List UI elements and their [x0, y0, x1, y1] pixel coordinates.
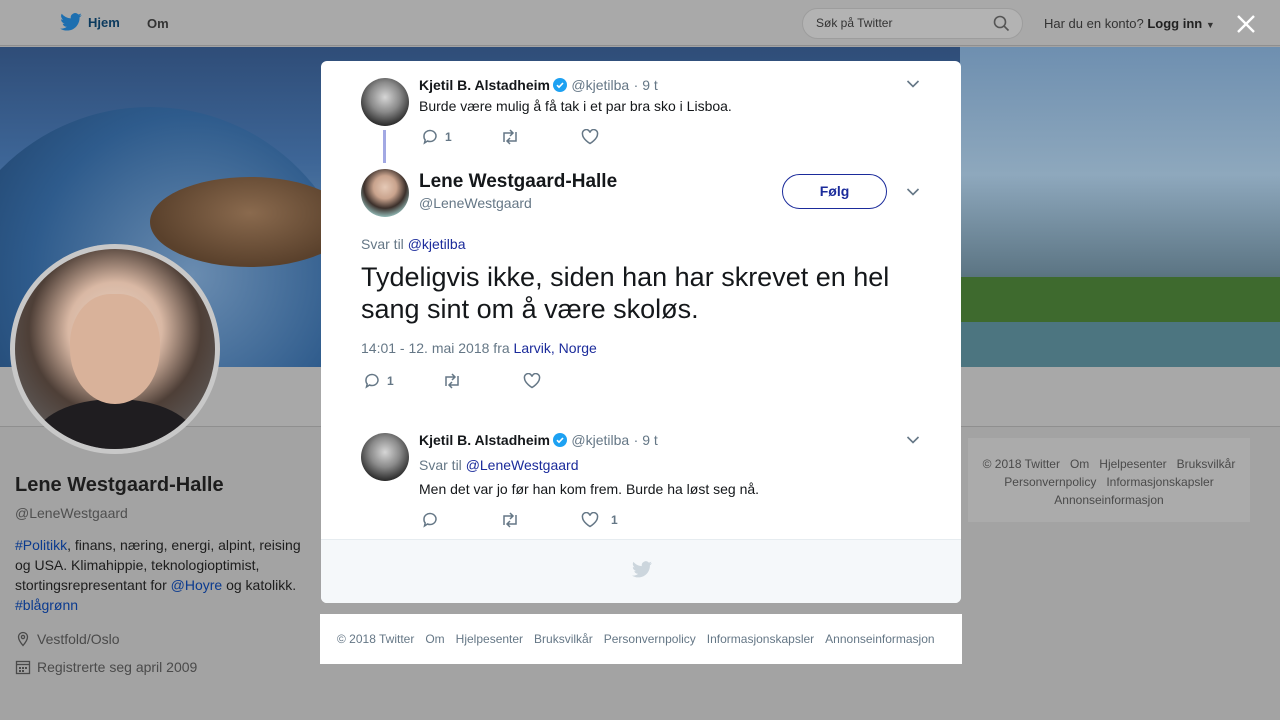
login-link[interactable]: Logg inn: [1147, 16, 1202, 31]
retweet-icon[interactable]: [500, 129, 520, 145]
main-tweet-text: Tydeligvis ikke, siden han har skrevet e…: [361, 262, 890, 324]
verified-badge-icon: [552, 433, 567, 447]
profile-name[interactable]: Lene Westgaard-Halle: [15, 474, 305, 497]
side-footer-terms[interactable]: Bruksvilkår: [1177, 457, 1236, 471]
twitter-bird-icon: [60, 13, 82, 31]
reply-like-button[interactable]: 1: [581, 512, 618, 528]
avatar-face: [70, 294, 160, 404]
account-prompt: Har du en konto?: [1044, 16, 1144, 31]
reply-to-mention[interactable]: @kjetilba: [408, 236, 466, 252]
profile-bio: #Politikk, finans, næring, energi, alpin…: [15, 535, 305, 615]
side-footer-ads-info[interactable]: Annonseinformasjon: [1054, 493, 1163, 507]
parent-reply-count: 1: [445, 130, 452, 144]
parent-tweet-handle[interactable]: @kjetilba: [571, 77, 629, 93]
search-icon[interactable]: [993, 15, 1010, 32]
modal-footer-ads-info[interactable]: Annonseinformasjon: [825, 632, 934, 646]
follow-button[interactable]: Følg: [782, 174, 887, 209]
reply-tweet-author[interactable]: Kjetil B. Alstadheim: [419, 432, 550, 448]
bio-hashtag-blagronn[interactable]: #blågrønn: [15, 597, 78, 613]
modal-footer-terms[interactable]: Bruksvilkår: [534, 632, 593, 646]
profile-location: Vestfold/Oslo: [15, 631, 305, 647]
retweet-icon[interactable]: [442, 373, 462, 389]
reply-to-mention[interactable]: @LeneWestgaard: [466, 457, 579, 473]
profile-info: Lene Westgaard-Halle @LeneWestgaard #Pol…: [15, 474, 305, 675]
parent-tweet-author[interactable]: Kjetil B. Alstadheim: [419, 77, 550, 93]
caret-down-icon: ▼: [1205, 20, 1215, 30]
main-reply-button[interactable]: 1: [363, 372, 394, 390]
nav-home-link[interactable]: Hjem: [60, 13, 120, 31]
modal-footer-privacy[interactable]: Personvernpolicy: [604, 632, 696, 646]
main-reply-to: Svar til @kjetilba: [361, 236, 465, 252]
modal-footer: © 2018 Twitter Om Hjelpesenter Bruksvilkår P…: [320, 614, 962, 664]
close-icon[interactable]: [1234, 12, 1258, 36]
reply-icon[interactable]: [421, 511, 439, 529]
reply-icon: [365, 373, 379, 389]
chevron-down-icon[interactable]: [906, 79, 920, 89]
reply-like-count: 1: [611, 513, 618, 527]
location-pin-icon: [17, 631, 29, 647]
reply-to-prefix: Svar til: [361, 236, 404, 252]
main-tweet-handle[interactable]: @LeneWestgaard: [419, 195, 532, 211]
modal-footer-copyright: © 2018 Twitter: [337, 632, 415, 646]
modal-footer-help[interactable]: Hjelpesenter: [456, 632, 523, 646]
parent-tweet-text: Burde være mulig å få tak i et par bra s…: [419, 98, 732, 114]
avatar-jacket: [35, 399, 195, 449]
bio-mention-hoyre[interactable]: @Hoyre: [171, 577, 223, 593]
search-input[interactable]: Søk på Twitter: [802, 8, 1023, 39]
top-nav: Hjem Om Søk på Twitter Har du en konto? …: [0, 0, 1280, 46]
side-footer-copyright: © 2018 Twitter: [982, 457, 1060, 471]
like-heart-icon[interactable]: [523, 373, 541, 389]
profile-joined: Registrerte seg april 2009: [15, 659, 305, 675]
main-reply-count: 1: [387, 374, 394, 388]
tweet-modal: Kjetil B. Alstadheim @kjetilba · 9 t Bur…: [321, 61, 961, 603]
modal-footer-cookies[interactable]: Informasjonskapsler: [707, 632, 814, 646]
reply-icon: [423, 129, 437, 145]
reply-to-prefix: Svar til: [419, 457, 462, 473]
bio-hashtag-politikk[interactable]: #Politikk: [15, 537, 67, 553]
account-login[interactable]: Har du en konto? Logg inn ▼: [1044, 16, 1215, 31]
reply-tweet-time[interactable]: · 9 t: [634, 432, 658, 448]
joined-text: Registrerte seg april 2009: [37, 659, 198, 675]
side-footer-cookies[interactable]: Informasjonskapsler: [1106, 475, 1213, 489]
banner-plant-image: [150, 177, 350, 267]
main-tweet-meta: 14:01 - 12. mai 2018 fra Larvik, Norge: [361, 340, 597, 356]
modal-footer-about[interactable]: Om: [425, 632, 444, 646]
profile-avatar[interactable]: [10, 244, 220, 454]
parent-tweet-time[interactable]: · 9 t: [634, 77, 658, 93]
chevron-down-icon[interactable]: [906, 187, 920, 197]
avatar-photo: [15, 249, 215, 449]
bio-text-2: og katolikk.: [222, 577, 297, 593]
reply-tweet-handle[interactable]: @kjetilba: [571, 432, 629, 448]
retweet-icon[interactable]: [500, 512, 520, 528]
reply-tweet-text: Men det var jo før han kom frem. Burde h…: [419, 481, 760, 497]
chevron-down-icon[interactable]: [906, 435, 920, 445]
main-tweet-timestamp[interactable]: 14:01 - 12. mai 2018 fra: [361, 340, 510, 356]
parent-reply-button[interactable]: 1: [421, 128, 452, 146]
reply-tweet-reply-to: Svar til @LeneWestgaard: [419, 457, 579, 473]
modal-bottom-bar: [321, 539, 961, 603]
verified-badge-icon: [552, 78, 567, 92]
like-heart-icon[interactable]: [581, 129, 599, 145]
main-tweet-avatar[interactable]: [361, 169, 409, 217]
reply-tweet-header: Kjetil B. Alstadheim @kjetilba · 9 t: [419, 432, 658, 450]
side-footer-help[interactable]: Hjelpesenter: [1099, 457, 1166, 471]
location-text: Vestfold/Oslo: [37, 631, 120, 647]
parent-tweet-avatar[interactable]: [361, 78, 409, 126]
side-footer: © 2018 Twitter Om Hjelpesenter Bruksvilkår …: [968, 438, 1250, 522]
twitter-bird-icon: [632, 561, 652, 578]
side-footer-privacy[interactable]: Personvernpolicy: [1004, 475, 1096, 489]
nav-home-label: Hjem: [88, 14, 120, 30]
thread-connector: [383, 130, 386, 163]
main-tweet-place[interactable]: Larvik, Norge: [514, 340, 597, 356]
parent-tweet-header: Kjetil B. Alstadheim @kjetilba · 9 t: [419, 77, 658, 95]
side-footer-about[interactable]: Om: [1070, 457, 1089, 471]
calendar-icon: [15, 660, 31, 675]
reply-tweet-avatar[interactable]: [361, 433, 409, 481]
like-heart-icon: [581, 512, 599, 528]
profile-handle[interactable]: @LeneWestgaard: [15, 505, 305, 521]
main-tweet-author[interactable]: Lene Westgaard-Halle: [419, 171, 617, 193]
nav-about-link[interactable]: Om: [147, 16, 169, 31]
